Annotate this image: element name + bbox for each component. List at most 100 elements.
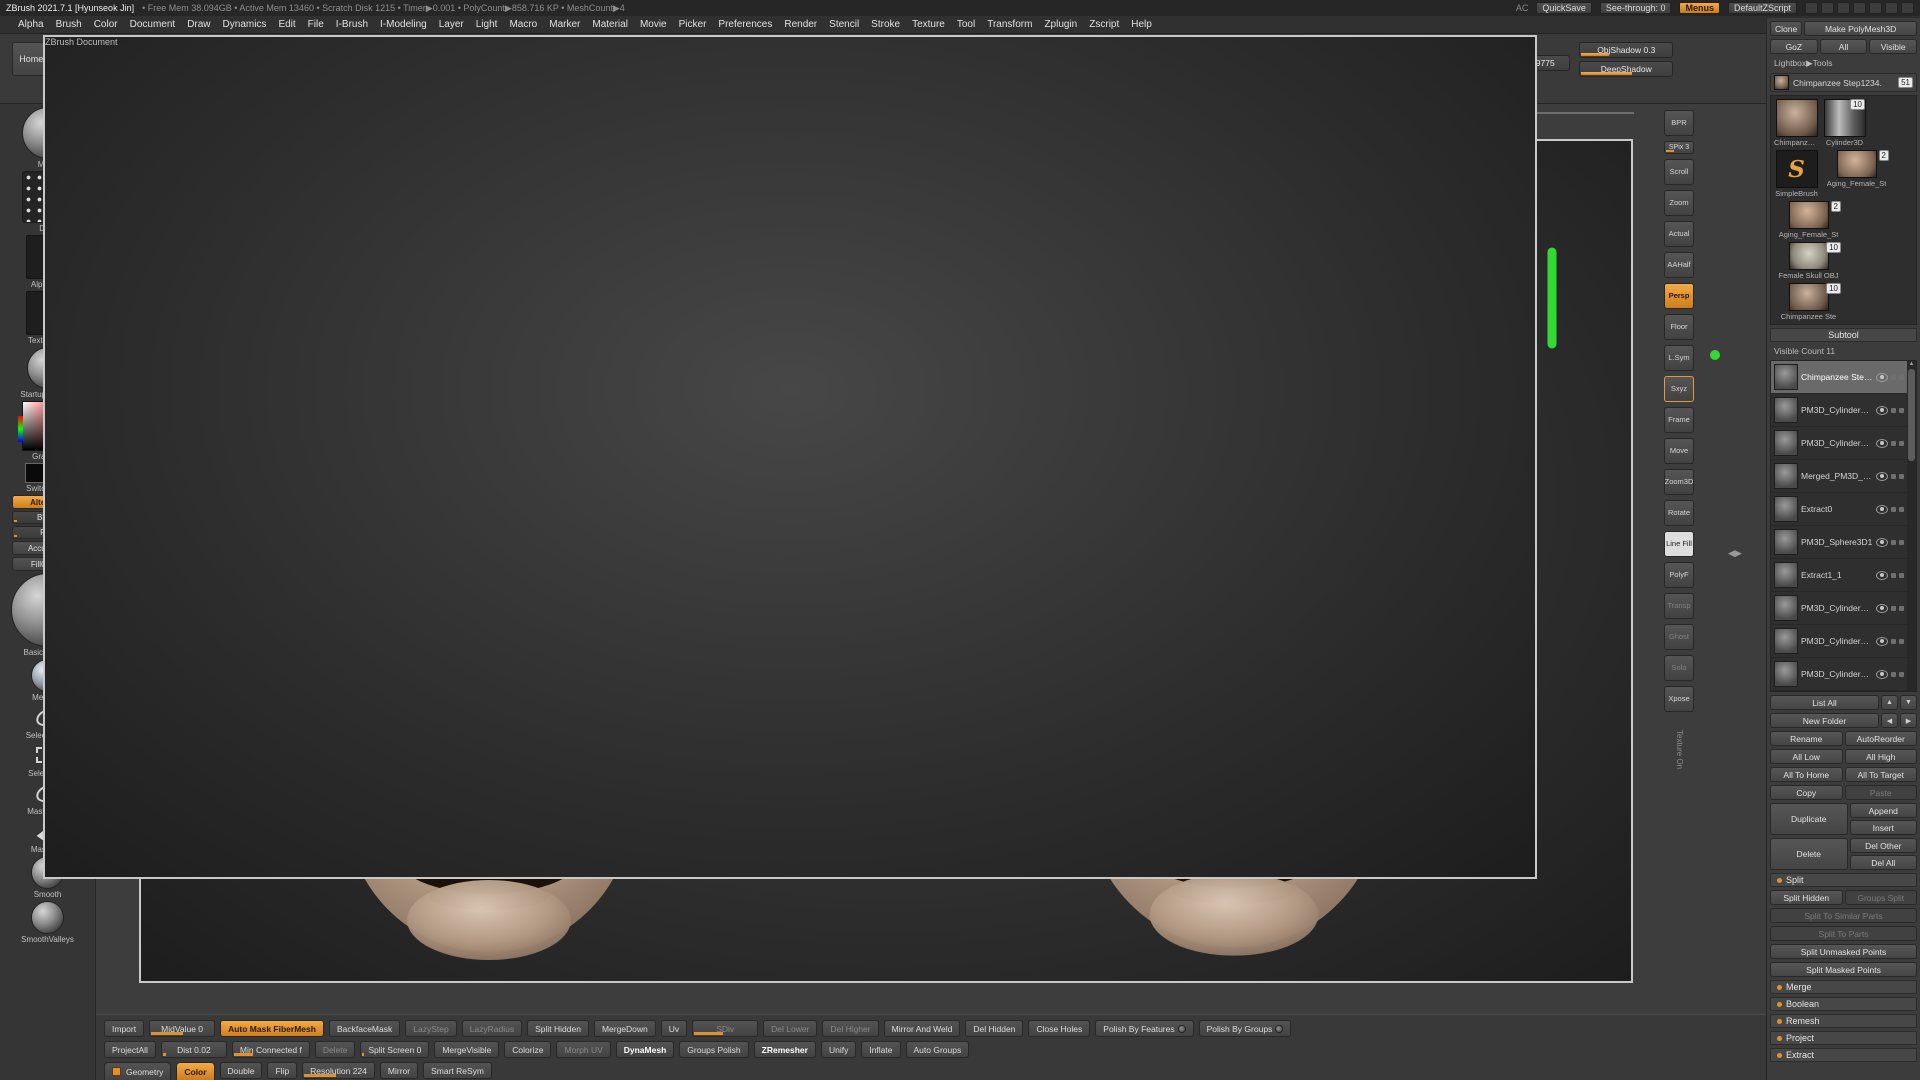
tool-thumbnail[interactable]: S SimpleBrush (1774, 150, 1819, 198)
polypaint-icon[interactable] (1891, 606, 1896, 611)
tray-button[interactable]: Unify (821, 1041, 856, 1058)
tray-button[interactable]: Del Higher (822, 1020, 878, 1037)
visibility-eye-icon[interactable] (1876, 406, 1888, 415)
right-shelf-button[interactable]: Transp (1664, 593, 1694, 619)
tray-button[interactable]: Resolution 224 (302, 1062, 375, 1079)
tray-button[interactable]: Groups Polish (679, 1041, 748, 1058)
subtool-row[interactable]: PM3D_Sphere3D1 (1771, 526, 1916, 559)
tray-button[interactable]: Del Lower (763, 1020, 817, 1037)
duplicate-button[interactable]: Duplicate (1770, 803, 1848, 835)
tool-thumbnail[interactable]: 2 Aging_Female_St (1822, 150, 1891, 198)
visibility-eye-icon[interactable] (1876, 472, 1888, 481)
tray-button[interactable]: Min Connected f (232, 1041, 310, 1058)
goz-button[interactable]: GoZ (1770, 39, 1818, 54)
titlebar-icon[interactable] (1853, 2, 1866, 14)
tray-button[interactable]: Flip (267, 1062, 297, 1079)
tray-button[interactable]: Delete (315, 1041, 356, 1058)
menu-item[interactable]: File (302, 18, 330, 31)
right-shelf-button[interactable]: Line Fill (1664, 531, 1694, 557)
all-high-button[interactable]: All High (1845, 749, 1918, 764)
tray-button[interactable]: Polish By Groups (1199, 1020, 1292, 1037)
menu-item[interactable]: Movie (634, 18, 673, 31)
move-down-button[interactable]: ▼ (1900, 695, 1917, 710)
move-up-button[interactable]: ▲ (1881, 695, 1898, 710)
uv-icon[interactable] (1899, 606, 1904, 611)
menu-item[interactable]: Stencil (823, 18, 865, 31)
right-shelf-button[interactable]: Scroll (1664, 159, 1694, 185)
tray-button[interactable]: Auto Mask FiberMesh (220, 1020, 324, 1037)
menu-item[interactable]: Stroke (865, 18, 906, 31)
menu-item[interactable]: Draw (181, 18, 216, 31)
polypaint-icon[interactable] (1891, 573, 1896, 578)
tray-button[interactable]: DynaMesh (616, 1041, 675, 1058)
menu-item[interactable]: Edit (272, 18, 301, 31)
see-through-slider[interactable]: See-through: 0 (1600, 2, 1672, 14)
menu-item[interactable]: Marker (543, 18, 586, 31)
polypaint-icon[interactable] (1891, 540, 1896, 545)
split-to-parts-button[interactable]: Split To Parts (1770, 926, 1917, 941)
menu-item[interactable]: Zscript (1083, 18, 1125, 31)
tool-thumbnail[interactable]: 10 Chimpanzee Ste (1774, 283, 1843, 321)
visibility-eye-icon[interactable] (1876, 373, 1888, 382)
polypaint-icon[interactable] (1891, 441, 1896, 446)
subtool-row[interactable]: PM3D_Cylinder3D2 (1771, 658, 1916, 691)
right-shelf-button[interactable]: Solo (1664, 655, 1694, 681)
clone-button[interactable]: Clone (1770, 21, 1802, 36)
all-to-target-button[interactable]: All To Target (1845, 767, 1918, 782)
menu-item[interactable]: Picker (673, 18, 713, 31)
tray-button[interactable]: Del Hidden (965, 1020, 1023, 1037)
right-shelf-button[interactable]: Zoom (1664, 190, 1694, 216)
right-shelf-button[interactable]: Texture On (1664, 717, 1694, 783)
tray-button[interactable]: Colorize (504, 1041, 551, 1058)
uv-icon[interactable] (1899, 441, 1904, 446)
menu-item[interactable]: Tool (951, 18, 981, 31)
tray-button[interactable]: Mirror (380, 1062, 418, 1079)
menu-item[interactable]: Layer (433, 18, 470, 31)
subtool-row[interactable]: PM3D_Cylinder3D3_2 (1771, 427, 1916, 460)
split-masked-points-button[interactable]: Split Masked Points (1770, 962, 1917, 977)
project-section-header[interactable]: Project (1770, 1031, 1917, 1045)
subtool-scrollbar[interactable]: ▲ (1907, 361, 1916, 691)
tray-button[interactable]: Geometry (104, 1062, 171, 1080)
tool-thumbnail[interactable]: 10 Female Skull OBJ (1774, 242, 1843, 280)
paste-button[interactable]: Paste (1845, 785, 1918, 800)
subtool-row[interactable]: PM3D_Cylinder3D3_1 (1771, 394, 1916, 427)
split-hidden-button[interactable]: Split Hidden (1770, 890, 1843, 905)
copy-button[interactable]: Copy (1770, 785, 1843, 800)
polypaint-icon[interactable] (1891, 375, 1896, 380)
default-zscript-button[interactable]: DefaultZScript (1728, 2, 1797, 14)
visibility-eye-icon[interactable] (1876, 505, 1888, 514)
menu-item[interactable]: Help (1125, 18, 1158, 31)
menu-item[interactable]: Alpha (12, 18, 50, 31)
visibility-eye-icon[interactable] (1876, 637, 1888, 646)
scroll-thumb[interactable] (1908, 369, 1915, 461)
right-shelf-button[interactable]: Move (1664, 438, 1694, 464)
right-shelf-button[interactable]: Xpose (1664, 686, 1694, 712)
split-section-header[interactable]: Split (1770, 873, 1917, 887)
polypaint-icon[interactable] (1891, 639, 1896, 644)
titlebar-icon[interactable] (1885, 2, 1898, 14)
menu-item[interactable]: Brush (50, 18, 88, 31)
uv-icon[interactable] (1899, 672, 1904, 677)
tray-button[interactable]: LazyStep (405, 1020, 456, 1037)
split-similar-parts-button[interactable]: Split To Similar Parts (1770, 908, 1917, 923)
delete-button[interactable]: Delete (1770, 838, 1848, 870)
autoreorder-button[interactable]: AutoReorder (1845, 731, 1918, 746)
extract-section-header[interactable]: Extract (1770, 1048, 1917, 1062)
list-all-button[interactable]: List All (1770, 695, 1879, 710)
tray-button[interactable]: Morph UV (556, 1041, 610, 1058)
menu-item[interactable]: Texture (906, 18, 951, 31)
tool-thumbnail[interactable]: 10 Cylinder3D (1822, 99, 1867, 147)
tray-button[interactable]: Uv (661, 1020, 687, 1037)
uv-icon[interactable] (1899, 573, 1904, 578)
titlebar-icon[interactable] (1901, 2, 1914, 14)
tray-button[interactable]: Split Hidden (527, 1020, 589, 1037)
polypaint-icon[interactable] (1891, 408, 1896, 413)
subtool-section-header[interactable]: Subtool (1770, 328, 1917, 342)
groups-split-button[interactable]: Groups Split (1845, 890, 1918, 905)
tray-button[interactable]: Auto Groups (906, 1041, 970, 1058)
uv-icon[interactable] (1899, 474, 1904, 479)
menu-item[interactable]: Render (778, 18, 823, 31)
visibility-eye-icon[interactable] (1876, 670, 1888, 679)
tray-button[interactable]: ZRemesher (754, 1041, 816, 1058)
